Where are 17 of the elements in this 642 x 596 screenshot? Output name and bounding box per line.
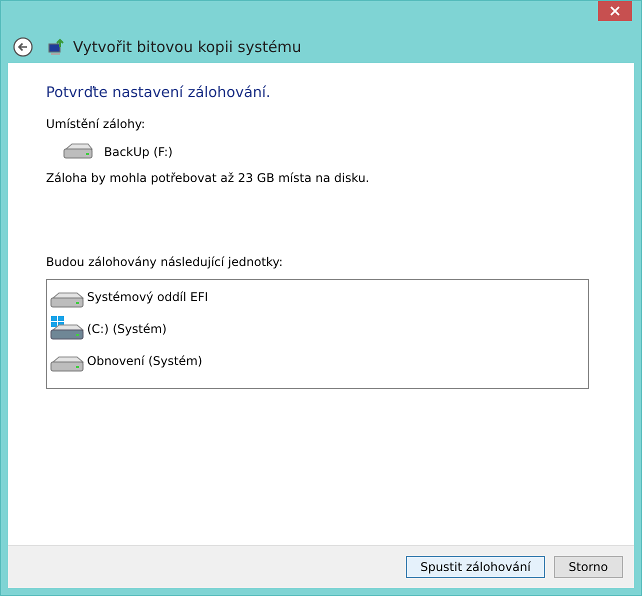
cancel-button[interactable]: Storno xyxy=(554,556,623,578)
computer-backup-icon xyxy=(47,38,65,56)
close-icon xyxy=(610,6,620,16)
hard-drive-icon xyxy=(62,143,94,161)
back-button[interactable] xyxy=(13,37,33,57)
window-title: Vytvořit bitovou kopii systému xyxy=(73,38,302,56)
page-heading: Potvrďte nastavení zálohování. xyxy=(46,85,272,101)
drive-name: Systémový oddíl EFI xyxy=(87,290,208,306)
drive-name: Obnovení (Systém) xyxy=(87,354,202,370)
drive-name: (C:) (Systém) xyxy=(87,322,167,338)
space-note: Záloha by mohla potřebovat až 23 GB místa na disku. xyxy=(46,171,370,185)
drive-name: BackUp (F:) xyxy=(104,145,173,159)
windows-drive-icon xyxy=(49,316,85,342)
drives-label: Budou zálohovány následující jednotky: xyxy=(46,255,284,269)
start-backup-button[interactable]: Spustit zálohování xyxy=(406,556,545,578)
location-label: Umístění zálohy: xyxy=(46,117,146,131)
close-button[interactable] xyxy=(598,1,632,21)
